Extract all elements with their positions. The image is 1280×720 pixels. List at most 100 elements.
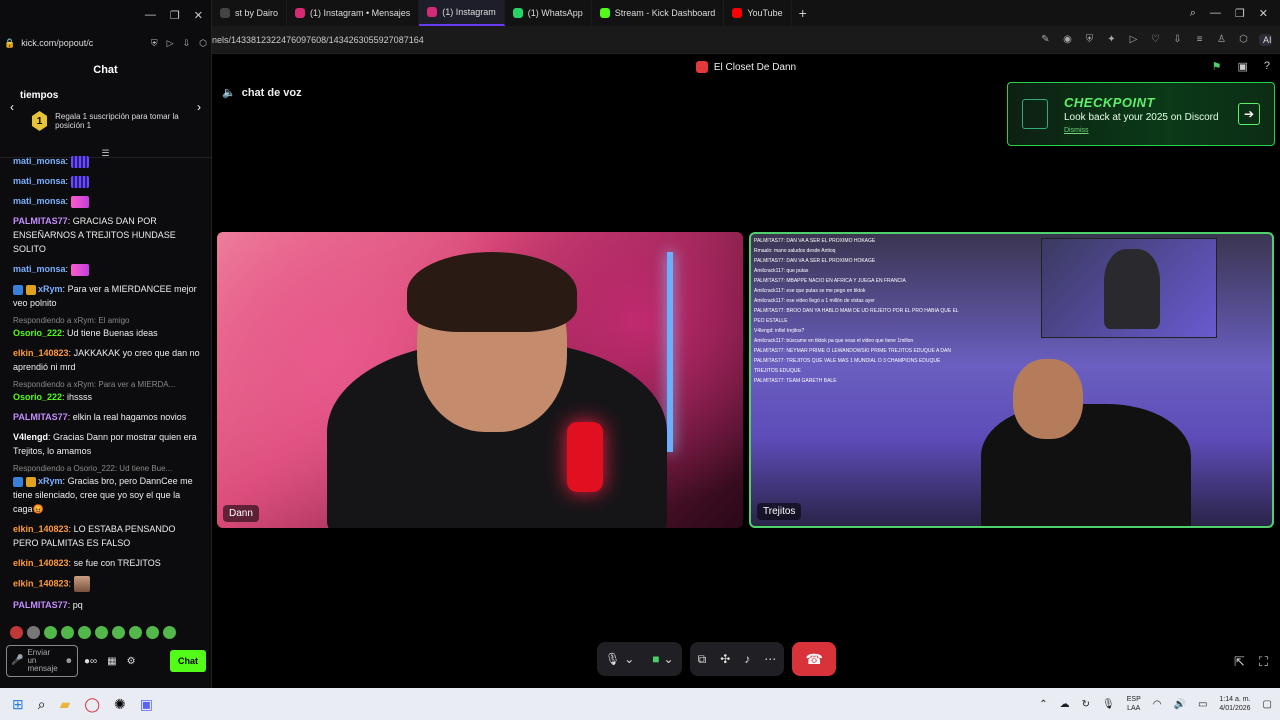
soundboard-icon[interactable]: ♪ <box>744 652 750 666</box>
download-icon[interactable]: ⇩ <box>1171 34 1184 45</box>
reply-context[interactable]: Respondiendo a xRym: El amigo <box>13 316 202 326</box>
kick-url-text[interactable]: kick.com/popout/c <box>21 38 93 48</box>
close-icon[interactable]: ✕ <box>1259 7 1268 20</box>
emote-icon[interactable] <box>44 626 57 639</box>
chat-message[interactable]: elkin_140823: JAKKAKAK yo creo que dan n… <box>13 346 202 374</box>
emote-icon[interactable] <box>10 626 23 639</box>
activities-icon[interactable]: ✣ <box>720 652 730 666</box>
help-icon[interactable]: ? <box>1264 60 1270 73</box>
chat-message[interactable]: mati_monsa: <box>13 194 202 208</box>
gear-icon[interactable]: ⚙ <box>127 656 136 667</box>
reply-context[interactable]: Respondiendo a Osorio_222: Ud tiene Bue.… <box>13 464 202 474</box>
chat-username[interactable]: mati_monsa <box>13 176 66 186</box>
checkpoint-banner[interactable]: CHECKPOINT Look back at your 2025 on Dis… <box>1007 82 1275 146</box>
emote-icon[interactable] <box>95 626 108 639</box>
chevron-left-icon[interactable]: ‹ <box>10 100 14 114</box>
chat-username[interactable]: V4lengd <box>13 432 48 442</box>
checkpoint-dismiss[interactable]: Dismiss <box>1064 127 1219 134</box>
chat-message[interactable]: V4lengd: Gracias Dann por mostrar quien … <box>13 430 202 458</box>
chat-message[interactable]: xRym: Para ver a MIERDANCEE mejor veo po… <box>13 282 202 310</box>
camera-icon[interactable]: ■ <box>652 652 659 666</box>
discord-icon[interactable]: ▣ <box>140 696 153 713</box>
screen-share-icon[interactable]: ⧉ <box>698 652 707 667</box>
microphone-icon[interactable]: 🎙 <box>1102 699 1115 710</box>
chevron-down-icon[interactable]: ⌄ <box>624 652 634 666</box>
emote-icon[interactable] <box>112 626 125 639</box>
reply-context[interactable]: Respondiendo a xRym: Para ver a MIERDA..… <box>13 380 202 390</box>
network-icon[interactable]: ☁ <box>1060 699 1070 710</box>
chat-username[interactable]: xRym <box>38 284 63 294</box>
chat-username[interactable]: mati_monsa <box>13 196 66 206</box>
close-icon[interactable]: ✕ <box>194 9 203 22</box>
browser-tab[interactable]: (1) WhatsApp <box>505 0 592 26</box>
emote-icon[interactable] <box>61 626 74 639</box>
browser-tab[interactable]: YouTube <box>724 0 792 26</box>
chat-username[interactable]: elkin_140823 <box>13 524 69 534</box>
chevron-right-icon[interactable]: › <box>197 100 201 114</box>
chat-message[interactable]: mati_monsa: <box>13 262 202 276</box>
chat-message[interactable]: elkin_140823: se fue con TREJITOS <box>13 556 202 570</box>
disconnect-button[interactable]: ☎ <box>792 642 837 676</box>
cube-icon[interactable]: ⬡ <box>199 38 207 49</box>
chat-message[interactable]: PALMITAS77: elkin la real hagamos novios <box>13 410 202 424</box>
emote-icon[interactable] <box>163 626 176 639</box>
battery-icon[interactable]: ▭ <box>1198 699 1207 710</box>
popout-icon[interactable]: ⇱ <box>1234 654 1245 670</box>
chat-username[interactable]: Osorio_222 <box>13 328 62 338</box>
new-tab-button[interactable]: + <box>792 2 814 24</box>
chat-username[interactable]: Osorio_222 <box>13 392 62 402</box>
chat-message[interactable]: Respondiendo a xRym: Para ver a MIERDA..… <box>13 380 202 404</box>
emoji-icon[interactable]: ☻ <box>65 657 73 665</box>
download-icon[interactable]: ⇩ <box>183 38 191 49</box>
emote-icon[interactable] <box>78 626 91 639</box>
mic-control[interactable]: 🎙 ⌄ ■ ⌄ <box>597 642 682 676</box>
notification-icon[interactable]: ▢ <box>1263 699 1272 710</box>
chat-input[interactable]: 🎤 Enviar un mensaje ☻ <box>6 645 78 677</box>
video-tile-dann[interactable]: Dann <box>217 232 743 528</box>
url-text[interactable]: nels/1433812322476097608/143426305592708… <box>212 35 1039 45</box>
shield-icon[interactable]: ⛨ <box>1083 34 1096 45</box>
camera-icon[interactable]: ◉ <box>1061 34 1074 45</box>
profile-icon[interactable]: ♙ <box>1215 34 1228 45</box>
points-icon[interactable]: ●∞ <box>84 656 97 667</box>
search-icon[interactable]: ⌕ <box>1190 7 1196 20</box>
language-indicator[interactable]: ESP LAA <box>1127 695 1141 713</box>
chat-username[interactable]: xRym <box>38 476 63 486</box>
windows-start-icon[interactable]: ⊞ <box>12 696 24 713</box>
update-icon[interactable]: ↻ <box>1082 699 1090 710</box>
chevron-down-icon[interactable]: ⌄ <box>664 652 674 666</box>
clock[interactable]: 1:14 a. m. 4/01/2026 <box>1219 695 1250 713</box>
chat-username[interactable]: mati_monsa <box>13 264 66 274</box>
emote-icon[interactable] <box>129 626 142 639</box>
chat-username[interactable]: elkin_140823 <box>13 348 69 358</box>
opera-icon[interactable]: ◯ <box>84 696 100 713</box>
send-chat-button[interactable]: Chat <box>170 650 206 672</box>
edit-icon[interactable]: ✎ <box>1039 34 1052 45</box>
chat-username[interactable]: PALMITAS77 <box>13 216 68 226</box>
heart-icon[interactable]: ♡ <box>1149 34 1162 45</box>
emote-icon[interactable] <box>27 626 40 639</box>
video-tile-trejitos[interactable]: PALMITAS77: DAN VA A SER EL PROXIMO HOKA… <box>749 232 1274 528</box>
more-icon[interactable]: ⋯ <box>764 652 776 666</box>
chat-message[interactable]: Respondiendo a Osorio_222: Ud tiene Bue.… <box>13 464 202 516</box>
chat-message[interactable]: mati_monsa: <box>13 154 202 168</box>
microphone-icon[interactable]: 🎙 <box>605 652 620 666</box>
chat-message[interactable]: Respondiendo a xRym: El amigo Osorio_222:… <box>13 316 202 340</box>
chat-username[interactable]: PALMITAS77 <box>13 600 68 610</box>
browser-tab[interactable]: (1) Instagram <box>419 0 505 26</box>
chat-message[interactable]: elkin_140823: <box>13 576 202 592</box>
browser-tab[interactable]: (1) Instagram • Mensajes <box>287 0 420 26</box>
minimize-icon[interactable]: — <box>145 9 156 21</box>
extension-icon[interactable]: ✦ <box>1105 34 1118 45</box>
chat-message[interactable]: mati_monsa: <box>13 174 202 188</box>
chat-username[interactable]: elkin_140823 <box>13 578 69 588</box>
microphone-icon[interactable]: 🎤 <box>11 656 23 666</box>
flag-icon[interactable]: ⚑ <box>1212 60 1222 73</box>
browser-tab[interactable]: Stream - Kick Dashboard <box>592 0 725 26</box>
browser-tab[interactable]: st by Dairo <box>212 0 288 26</box>
folder-icon[interactable]: ▰ <box>60 696 71 713</box>
fullscreen-icon[interactable]: ⛶ <box>1259 654 1268 670</box>
chat-username[interactable]: PALMITAS77 <box>13 412 68 422</box>
emote-icon[interactable] <box>146 626 159 639</box>
chat-username[interactable]: elkin_140823 <box>13 558 69 568</box>
